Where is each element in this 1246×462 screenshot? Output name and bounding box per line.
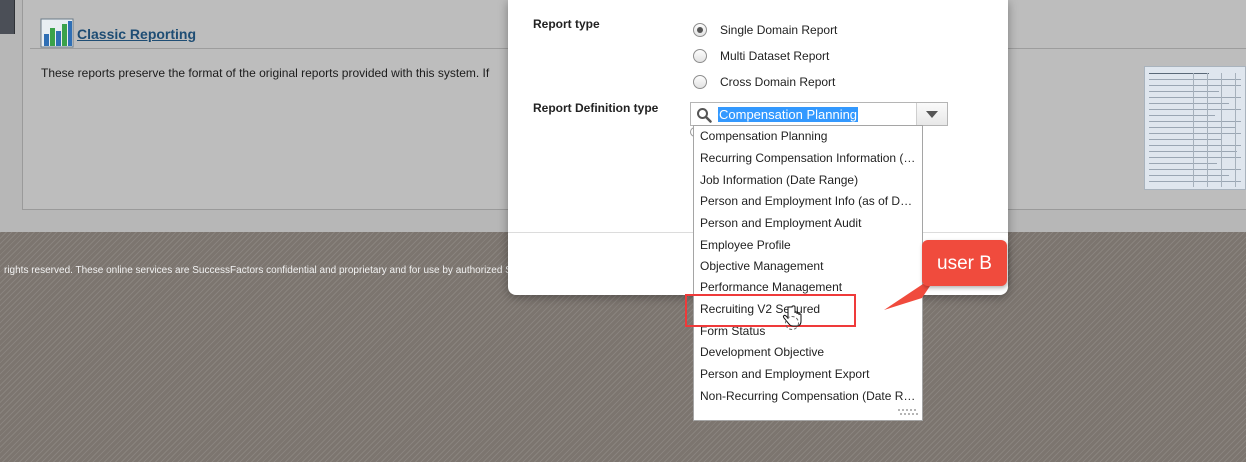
combobox-selected-text[interactable]: Compensation Planning (718, 107, 859, 122)
radio-label: Multi Dataset Report (720, 49, 830, 63)
dropdown-option[interactable]: Employee Profile (700, 237, 918, 253)
callout-label: user B (937, 253, 992, 274)
dropdown-option[interactable]: Compensation Planning (700, 128, 918, 144)
classic-reporting-description: These reports preserve the format of the… (41, 66, 490, 80)
classic-reporting-link[interactable]: Classic Reporting (77, 26, 196, 42)
radio-label: Single Domain Report (720, 23, 838, 37)
radio-button[interactable] (693, 49, 707, 63)
dropdown-option[interactable]: Development Objective (700, 344, 918, 360)
report-definition-type-label: Report Definition type (533, 101, 659, 115)
annotation-highlight-box (685, 294, 856, 327)
dropdown-option[interactable]: Recurring Compensation Information (… (700, 150, 918, 166)
report-definition-combobox[interactable]: Compensation Planning (690, 102, 948, 126)
bar-chart-icon (40, 18, 74, 48)
radio-button-checked[interactable] (693, 23, 707, 37)
resize-grip-icon[interactable] (897, 408, 919, 418)
dropdown-option[interactable]: Person and Employment Export (700, 366, 918, 382)
radio-label: Cross Domain Report (720, 75, 836, 89)
chevron-down-icon (926, 111, 938, 118)
report-type-label: Report type (533, 17, 600, 31)
hand-cursor-icon (782, 305, 802, 330)
dropdown-option[interactable]: Person and Employment Info (as of Date) (700, 193, 918, 209)
side-tab[interactable] (0, 0, 15, 34)
report-preview-thumbnail (1144, 66, 1246, 190)
radio-cross-domain-report[interactable]: Cross Domain Report (693, 72, 835, 92)
radio-multi-dataset-report[interactable]: Multi Dataset Report (693, 46, 829, 66)
dropdown-option[interactable]: Non-Recurring Compensation (Date R… (700, 388, 918, 404)
copyright-footer: rights reserved. These online services a… (4, 265, 508, 276)
combobox-toggle-button[interactable] (916, 103, 947, 125)
radio-button[interactable] (693, 75, 707, 89)
search-icon (697, 108, 712, 123)
dropdown-option[interactable]: Job Information (Date Range) (700, 172, 918, 188)
dropdown-option[interactable]: Person and Employment Audit (700, 215, 918, 231)
radio-single-domain-report[interactable]: Single Domain Report (693, 20, 837, 40)
annotation-callout: user B (922, 240, 1007, 286)
